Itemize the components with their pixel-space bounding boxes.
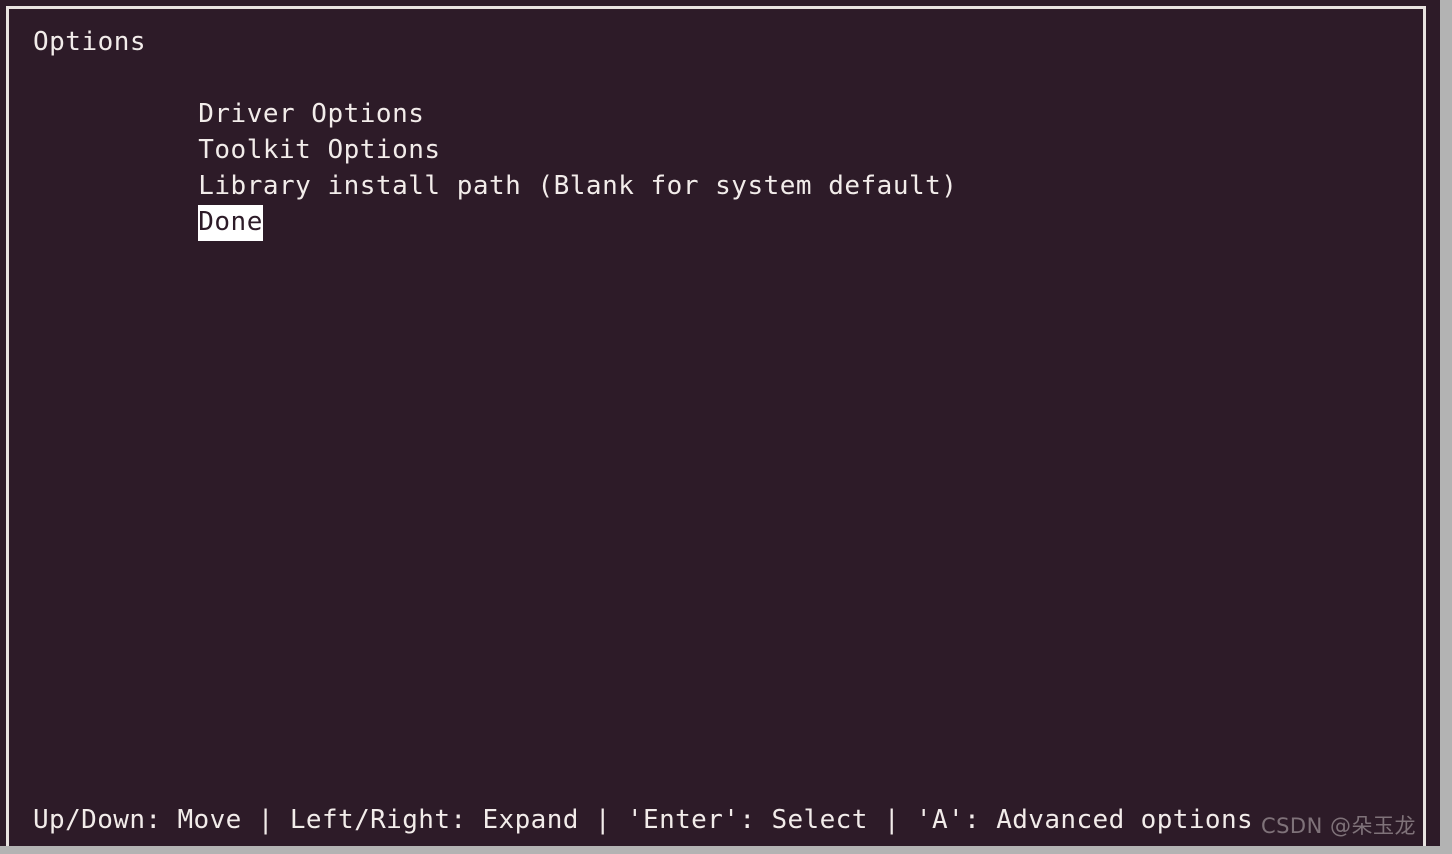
- menu-item-label-selected: Done: [198, 205, 263, 241]
- menu-item-label: Library install path (Blank for system d…: [198, 171, 958, 201]
- screen: Options Driver Options Toolkit Options L…: [0, 0, 1452, 854]
- terminal-window[interactable]: Options Driver Options Toolkit Options L…: [0, 0, 1440, 850]
- options-menu: Options Driver Options Toolkit Options L…: [33, 24, 1413, 241]
- menu-item-label: Driver Options: [198, 99, 425, 129]
- menu-item-driver-options[interactable]: Driver Options: [33, 60, 1413, 129]
- status-bar-help-text: Up/Down: Move | Left/Right: Expand | 'En…: [33, 805, 1254, 835]
- desktop-bottom-edge: [0, 846, 1452, 854]
- menu-item-label: Toolkit Options: [198, 135, 441, 165]
- desktop-right-edge: [1440, 0, 1452, 854]
- menu-title: Options: [33, 27, 147, 57]
